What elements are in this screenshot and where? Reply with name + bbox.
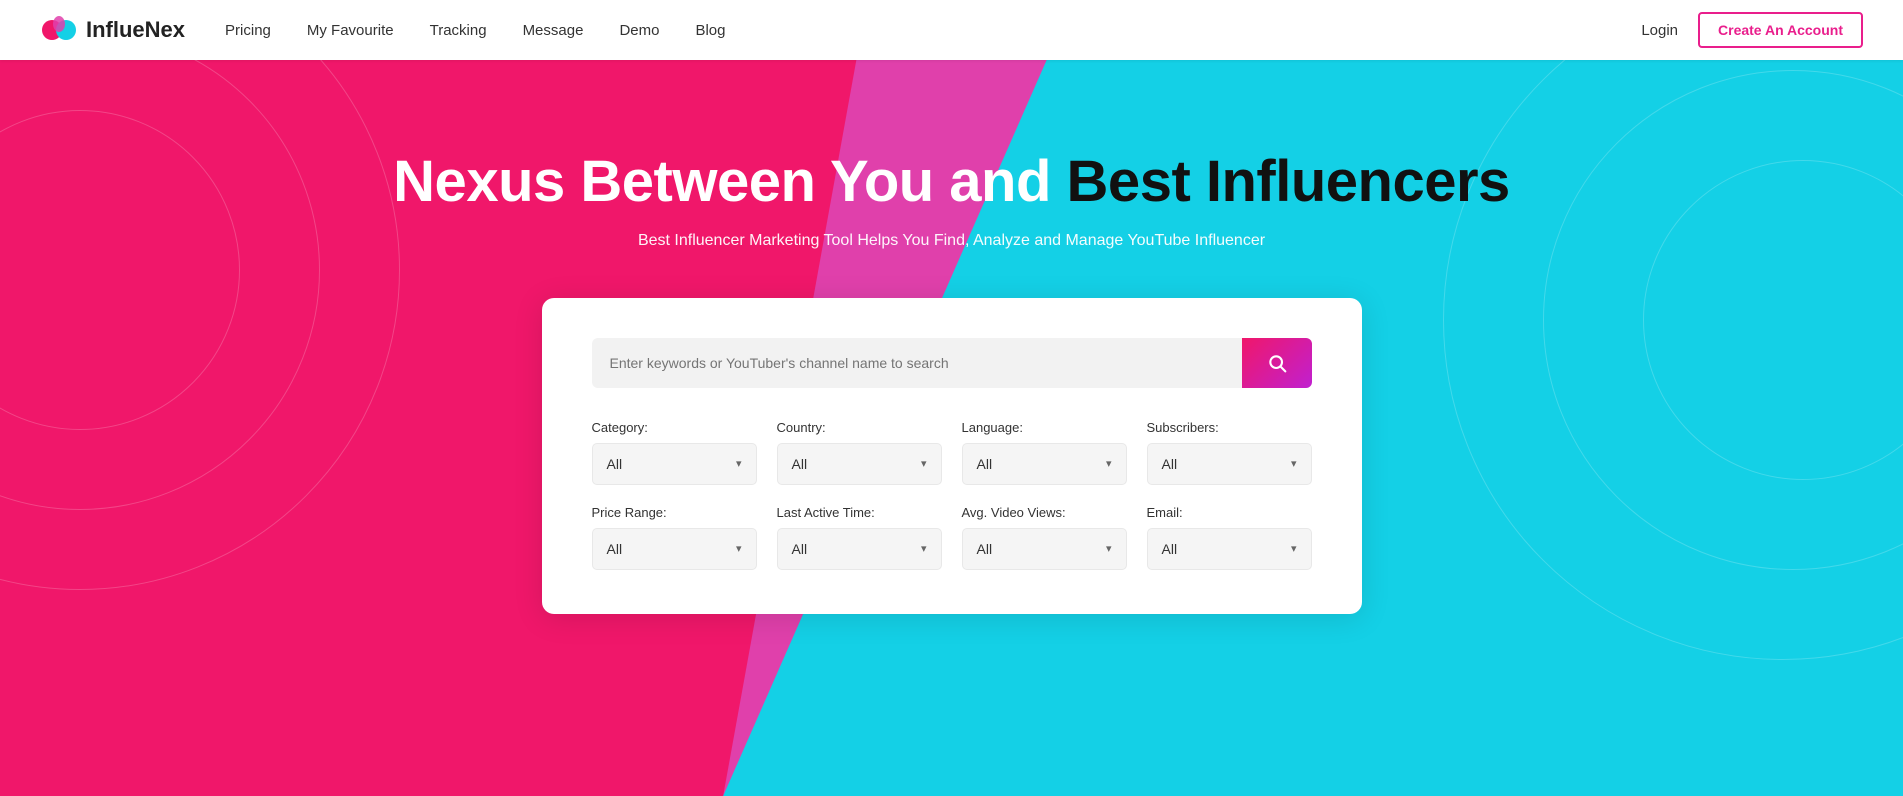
filter-avg-views: Avg. Video Views: All ▾ [962,505,1127,570]
category-label: Category: [592,420,757,435]
nav-item-pricing[interactable]: Pricing [225,22,271,39]
search-button[interactable] [1242,338,1312,388]
search-input[interactable] [592,338,1242,388]
chevron-down-icon: ▾ [921,542,927,555]
create-account-button[interactable]: Create An Account [1698,12,1863,48]
nav-item-demo[interactable]: Demo [619,22,659,39]
price-range-select[interactable]: All ▾ [592,528,757,570]
chevron-down-icon: ▾ [736,457,742,470]
filter-row-1: Category: All ▾ Country: All ▾ Language: [592,420,1312,485]
chevron-down-icon: ▾ [921,457,927,470]
price-range-value: All [607,541,623,557]
last-active-value: All [792,541,808,557]
hero-subtitle: Best Influencer Marketing Tool Helps You… [638,232,1265,250]
subscribers-label: Subscribers: [1147,420,1312,435]
category-select[interactable]: All ▾ [592,443,757,485]
price-range-label: Price Range: [592,505,757,520]
email-value: All [1162,541,1178,557]
hero-title: Nexus Between You and Best Influencers [393,150,1510,214]
chevron-down-icon: ▾ [1291,457,1297,470]
filter-country: Country: All ▾ [777,420,942,485]
subscribers-select[interactable]: All ▾ [1147,443,1312,485]
subscribers-value: All [1162,456,1178,472]
filter-category: Category: All ▾ [592,420,757,485]
logo-text: InflueNex [86,17,185,43]
avg-views-label: Avg. Video Views: [962,505,1127,520]
nav-links: Pricing My Favourite Tracking Message De… [225,22,1641,39]
nav-item-tracking[interactable]: Tracking [430,22,487,39]
login-link[interactable]: Login [1641,22,1678,39]
filter-subscribers: Subscribers: All ▾ [1147,420,1312,485]
last-active-select[interactable]: All ▾ [777,528,942,570]
filter-row-2: Price Range: All ▾ Last Active Time: All… [592,505,1312,570]
logo-icon [40,11,78,49]
filter-last-active: Last Active Time: All ▾ [777,505,942,570]
language-select[interactable]: All ▾ [962,443,1127,485]
logo[interactable]: InflueNex [40,11,185,49]
search-row [592,338,1312,388]
hero-title-part2: Best Influencers [1067,149,1510,214]
language-label: Language: [962,420,1127,435]
hero-section: Nexus Between You and Best Influencers B… [0,60,1903,796]
category-value: All [607,456,623,472]
country-select[interactable]: All ▾ [777,443,942,485]
country-value: All [792,456,808,472]
chevron-down-icon: ▾ [1106,542,1112,555]
nav-item-message[interactable]: Message [523,22,584,39]
avg-views-select[interactable]: All ▾ [962,528,1127,570]
email-select[interactable]: All ▾ [1147,528,1312,570]
chevron-down-icon: ▾ [1106,457,1112,470]
language-value: All [977,456,993,472]
filter-email: Email: All ▾ [1147,505,1312,570]
filter-price-range: Price Range: All ▾ [592,505,757,570]
filter-language: Language: All ▾ [962,420,1127,485]
nav-item-my-favourite[interactable]: My Favourite [307,22,394,39]
search-icon [1267,353,1287,373]
email-label: Email: [1147,505,1312,520]
country-label: Country: [777,420,942,435]
chevron-down-icon: ▾ [1291,542,1297,555]
chevron-down-icon: ▾ [736,542,742,555]
hero-title-part1: Nexus Between You and [393,149,1066,214]
hero-content: Nexus Between You and Best Influencers B… [0,60,1903,614]
search-card: Category: All ▾ Country: All ▾ Language: [542,298,1362,614]
navbar: InflueNex Pricing My Favourite Tracking … [0,0,1903,60]
nav-item-blog[interactable]: Blog [695,22,725,39]
nav-actions: Login Create An Account [1641,12,1863,48]
last-active-label: Last Active Time: [777,505,942,520]
avg-views-value: All [977,541,993,557]
